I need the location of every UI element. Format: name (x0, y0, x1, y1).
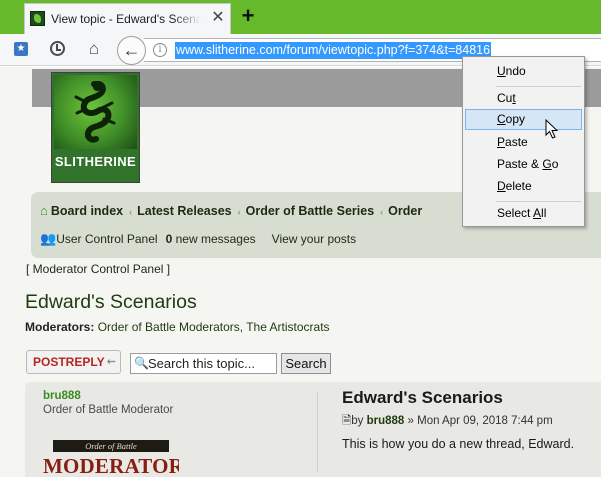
slitherine-favicon-icon (30, 11, 45, 26)
logo-text: SLITHERINE (54, 154, 137, 169)
moderators-links[interactable]: Order of Battle Moderators, The Artistoc… (98, 320, 330, 334)
view-your-posts-link[interactable]: View your posts (272, 232, 357, 246)
pocket-icon[interactable]: ★ (11, 39, 31, 59)
breadcrumb-latest-releases[interactable]: Latest Releases (137, 204, 232, 218)
url-text-selected[interactable]: www.slitherine.com/forum/viewtopic.php?f… (175, 42, 492, 59)
menu-item-cut[interactable]: Cut (465, 88, 582, 109)
badge-top-text: Order of Battle (53, 440, 169, 452)
post-meta-author-link[interactable]: bru888 (367, 415, 405, 427)
new-messages-count[interactable]: 0 (166, 232, 173, 246)
menu-item-undo[interactable]: Undo (465, 61, 582, 82)
post-reply-label: POSTREPLY (33, 355, 105, 369)
breadcrumb-order-of-battle-series[interactable]: Order of Battle Series (246, 204, 375, 218)
menu-separator (496, 86, 581, 87)
moderators-line: Moderators: Order of Battle Moderators, … (25, 320, 330, 334)
breadcrumb-separator: ‹ (380, 207, 384, 217)
lizard-logo-icon (54, 75, 137, 149)
badge-main-text: MODERATOR (43, 454, 179, 477)
back-button[interactable]: ← (117, 36, 146, 65)
lizard-icon (74, 81, 116, 143)
post-reply-button[interactable]: POSTREPLY ⇜ (26, 350, 121, 374)
tab-strip: View topic - Edward's Scenarios ✕ + (0, 0, 601, 34)
breadcrumb-separator: ‹ (237, 207, 241, 217)
post-date: » Mon Apr 09, 2018 7:44 pm (407, 415, 553, 427)
search-icon: 🔍 (134, 356, 149, 370)
post-icon: 🗎 (342, 415, 352, 427)
browser-window: View topic - Edward's Scenarios ✕ + ★ ⌂ … (0, 0, 601, 477)
post-title[interactable]: Edward's Scenarios (342, 388, 503, 408)
user-panel-icon: 👥 (40, 231, 57, 246)
moderator-control-panel-link[interactable]: [ Moderator Control Panel ] (26, 262, 170, 276)
new-messages-link[interactable]: new messages (176, 232, 256, 246)
menu-item-copy[interactable]: Copy (465, 109, 582, 130)
menu-item-paste-and-go[interactable]: Paste & Go (465, 154, 582, 175)
breadcrumb-separator: ‹ (129, 207, 133, 217)
tab-view-topic[interactable]: View topic - Edward's Scenarios ✕ (24, 3, 231, 34)
search-button[interactable]: Search (281, 353, 331, 374)
tab-close-icon[interactable]: ✕ (209, 9, 227, 27)
reply-arrow-icon: ⇜ (106, 356, 116, 368)
moderator-badge: Order of Battle MODERATOR (43, 440, 179, 477)
info-icon[interactable]: i (153, 43, 167, 57)
breadcrumb-board-index[interactable]: Board index (51, 204, 123, 218)
history-icon[interactable] (48, 39, 68, 59)
context-menu: Undo Cut Copy Paste Paste & Go Delete Se… (462, 56, 585, 227)
new-tab-button[interactable]: + (238, 5, 258, 27)
menu-item-select-all[interactable]: Select All (465, 203, 582, 224)
post-body: This is how you do a new thread, Edward. (342, 437, 575, 451)
home-icon: ⌂ (40, 203, 48, 218)
menu-item-paste[interactable]: Paste (465, 132, 582, 153)
author-rank: Order of Battle Moderator (43, 404, 174, 416)
page-title[interactable]: Edward's Scenarios (25, 291, 197, 314)
home-icon[interactable]: ⌂ (84, 39, 104, 59)
menu-separator (496, 201, 581, 202)
tab-title: View topic - Edward's Scenarios (51, 12, 201, 26)
slitherine-logo[interactable]: SLITHERINE (51, 72, 140, 183)
post-author-link[interactable]: bru888 (43, 390, 81, 402)
post: bru888 Order of Battle Moderator Order o… (25, 382, 601, 477)
by-label: by (351, 415, 364, 427)
user-control-panel-link[interactable]: User Control Panel (56, 232, 157, 246)
mouse-cursor-icon (545, 119, 559, 139)
user-bar: 👥User Control Panel 0 new messages View yo… (40, 231, 356, 247)
menu-item-delete[interactable]: Delete (465, 176, 582, 197)
post-divider (317, 392, 318, 472)
post-meta: 🗎by bru888 » Mon Apr 09, 2018 7:44 pm (342, 413, 553, 432)
breadcrumb-order[interactable]: Order (388, 204, 422, 218)
search-placeholder: Search this topic... (148, 356, 255, 371)
search-input[interactable]: 🔍 Search this topic... (130, 353, 277, 374)
moderators-label: Moderators: (25, 320, 95, 334)
